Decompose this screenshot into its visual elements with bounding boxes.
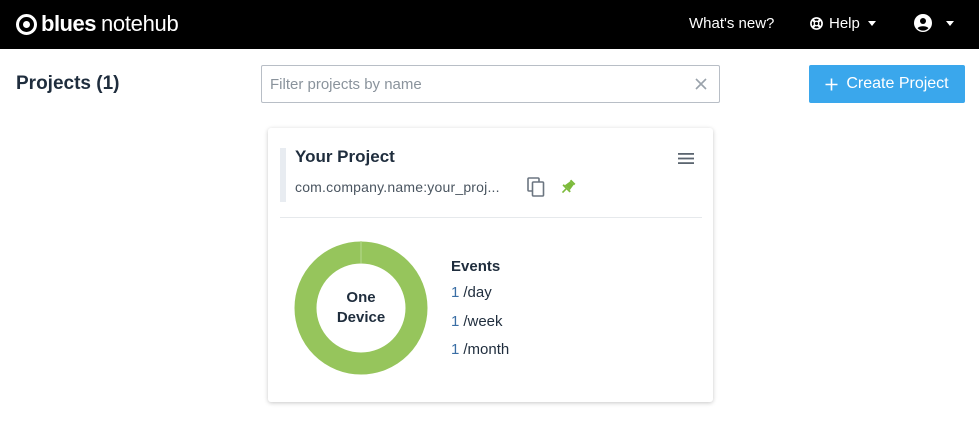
events-count: 1	[451, 312, 460, 330]
close-icon[interactable]	[693, 76, 709, 92]
chevron-down-icon	[867, 21, 876, 26]
pin-icon[interactable]	[559, 178, 577, 196]
events-title: Events	[451, 258, 501, 275]
events-row-month: 1/month	[451, 341, 509, 370]
brand-name-blues: blues	[41, 11, 96, 36]
project-filter-input[interactable]	[270, 66, 690, 102]
hamburger-menu-icon[interactable]	[678, 152, 694, 165]
brand-logo-link[interactable]: blues notehub	[16, 11, 179, 36]
account-menu-button[interactable]	[914, 14, 954, 32]
project-card[interactable]: Your Project com.company.name:your_proj.…	[268, 128, 713, 402]
events-unit: /week	[463, 312, 503, 330]
page-title: Projects (1)	[16, 73, 120, 94]
events-row-week: 1/week	[451, 313, 509, 342]
help-lifebuoy-icon	[810, 17, 823, 30]
brand-name-notehub: notehub	[100, 11, 179, 36]
project-name[interactable]: Your Project	[295, 147, 395, 167]
device-count-label: One Device	[294, 288, 428, 328]
help-menu-button[interactable]: Help	[810, 15, 876, 32]
events-unit: /day	[463, 284, 492, 301]
events-count: 1	[451, 341, 460, 358]
chevron-down-icon	[946, 20, 954, 26]
whats-new-link[interactable]: What's new?	[689, 15, 774, 32]
device-count-line1: One	[346, 289, 376, 306]
create-project-label: Create Project	[846, 75, 949, 92]
device-count-line2: Device	[336, 309, 386, 326]
project-filter-field	[261, 65, 720, 103]
account-circle-icon	[914, 14, 932, 32]
project-uid: com.company.name:your_proj...	[295, 179, 500, 195]
blues-logo-icon	[16, 13, 37, 35]
plus-icon	[825, 78, 838, 90]
events-unit: /month	[463, 341, 510, 358]
copy-icon[interactable]	[527, 177, 545, 197]
help-label: Help	[829, 15, 860, 32]
events-row-day: 1/day	[451, 284, 509, 313]
events-summary: Events 1/day 1/week 1/month	[451, 258, 509, 370]
card-accent-bar	[280, 148, 286, 202]
events-count: 1	[451, 284, 460, 301]
top-navigation-bar: blues notehub What's new? Help	[0, 0, 979, 49]
card-divider	[280, 217, 702, 218]
create-project-button[interactable]: Create Project	[809, 65, 965, 103]
